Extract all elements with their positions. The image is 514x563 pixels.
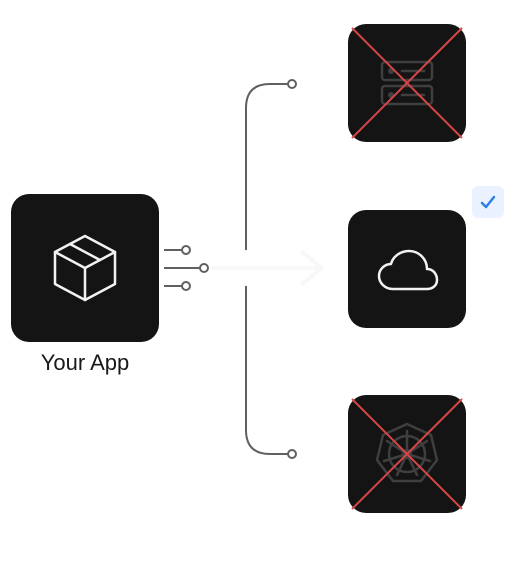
server-card	[348, 24, 466, 142]
cloud-icon	[371, 233, 443, 305]
selected-check-badge	[472, 186, 504, 218]
cloud-card	[348, 210, 466, 328]
arrow-icon	[214, 252, 322, 284]
app-label: Your App	[11, 350, 159, 376]
server-icon	[372, 48, 442, 118]
kubernetes-icon	[370, 417, 444, 491]
package-icon	[45, 228, 125, 308]
check-icon	[478, 192, 498, 212]
kubernetes-card	[348, 395, 466, 513]
app-card	[11, 194, 159, 342]
